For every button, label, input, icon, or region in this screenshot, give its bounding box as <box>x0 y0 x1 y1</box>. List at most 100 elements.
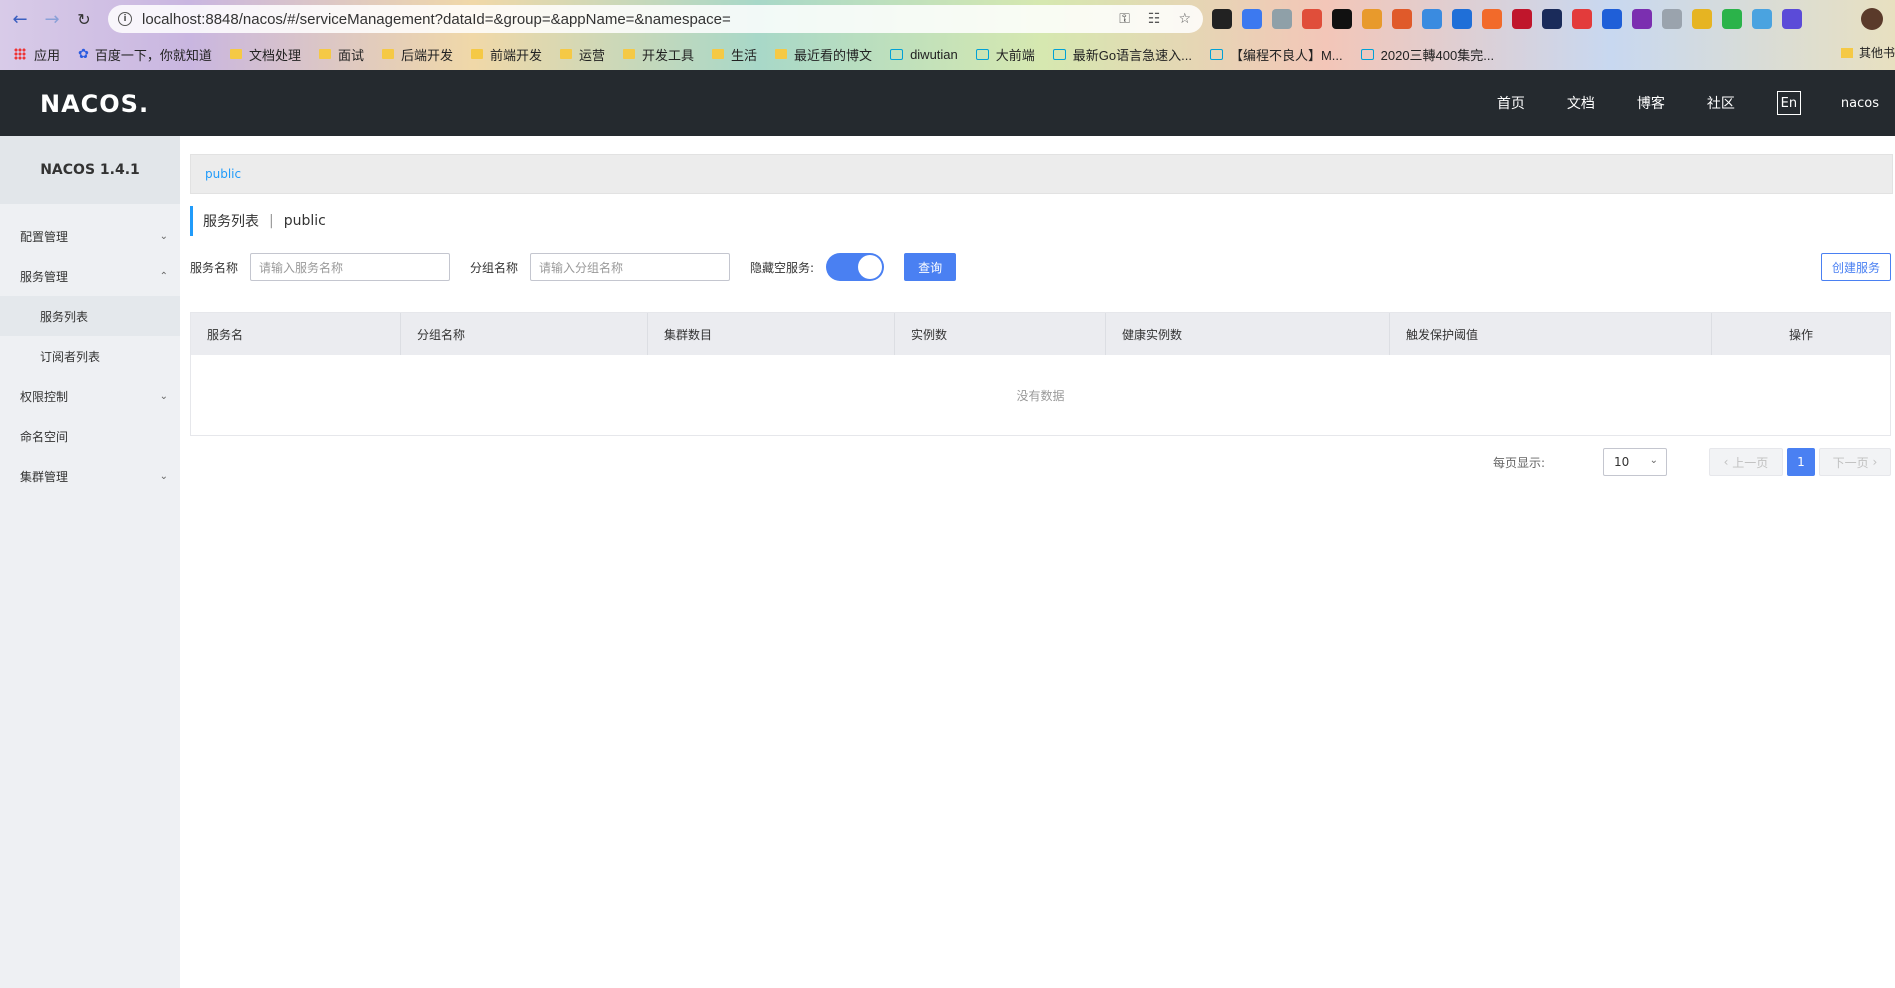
sidebar-item-namespace[interactable]: 命名空间 <box>0 416 180 456</box>
bookmark-folder[interactable]: 运营 <box>560 45 605 64</box>
extension-icon[interactable] <box>1272 9 1292 29</box>
group-name-label: 分组名称 <box>470 260 519 275</box>
chevron-up-icon: ⌃ <box>159 270 168 282</box>
nav-docs[interactable]: 文档 <box>1567 93 1595 113</box>
bookmark-bilibili[interactable]: 2020三轉400集完... <box>1360 45 1494 64</box>
extension-icon[interactable] <box>1452 9 1472 29</box>
bookmark-bilibili[interactable]: 最新Go语言急速入... <box>1052 45 1192 64</box>
profile-avatar[interactable] <box>1861 8 1883 30</box>
extension-icon[interactable] <box>1692 9 1712 29</box>
site-info-icon[interactable]: i <box>118 12 132 26</box>
next-page-button[interactable]: 下一页 › <box>1819 448 1891 476</box>
puzzle-icon[interactable] <box>1782 9 1802 29</box>
extension-icon[interactable] <box>1242 9 1262 29</box>
extension-icon[interactable] <box>1722 9 1742 29</box>
address-bar[interactable]: i localhost:8848/nacos/#/serviceManageme… <box>108 5 1203 33</box>
nav-blog[interactable]: 博客 <box>1637 93 1665 113</box>
extension-icon[interactable] <box>1632 9 1652 29</box>
hide-empty-toggle[interactable] <box>826 253 885 281</box>
bookmark-baidu[interactable]: ✿ 百度一下，你就知道 <box>78 45 212 64</box>
column-header: 操作 <box>1788 327 1813 342</box>
folder-icon <box>775 49 788 59</box>
back-arrow-icon[interactable]: ← <box>8 7 32 31</box>
extension-icon[interactable] <box>1362 9 1382 29</box>
user-name[interactable]: nacos <box>1841 96 1879 111</box>
query-button[interactable]: 查询 <box>904 253 957 281</box>
bilibili-icon <box>1052 48 1066 60</box>
folder-icon <box>712 49 725 59</box>
folder-icon <box>470 49 483 59</box>
bookmark-folder[interactable]: 后端开发 <box>381 45 453 64</box>
prev-page-button[interactable]: ‹ 上一页 <box>1709 448 1783 476</box>
service-name-input[interactable]: 请输入服务名称 <box>250 253 451 281</box>
column-header: 服务名 <box>191 313 401 355</box>
sidebar-item-auth[interactable]: 权限控制 ⌄ <box>0 376 180 416</box>
bookmark-folder[interactable]: 面试 <box>318 45 364 64</box>
bilibili-icon <box>1209 48 1223 60</box>
sidebar-item-config[interactable]: 配置管理 ⌄ <box>0 216 180 256</box>
nacos-logo[interactable]: NACOS. <box>40 90 149 118</box>
translate-icon[interactable]: ☷ <box>1148 11 1161 27</box>
star-icon[interactable]: ☆ <box>1178 11 1191 27</box>
bookmark-folder[interactable]: 文档处理 <box>229 45 301 64</box>
nav-community[interactable]: 社区 <box>1707 93 1735 113</box>
hide-empty-label: 隐藏空服务: <box>750 260 815 275</box>
sidebar-item-service-list[interactable]: 服务列表 <box>0 296 180 336</box>
chevron-left-icon: ‹ <box>1723 455 1733 469</box>
extension-icon[interactable] <box>1302 9 1322 29</box>
sidebar-menu: 配置管理 ⌄ 服务管理 ⌃ 服务列表 订阅者列表 权限控制 ⌄ 命名空间 集群管… <box>0 204 180 496</box>
extension-icon[interactable] <box>1602 9 1622 29</box>
column-header: 触发保护阈值 <box>1390 313 1712 355</box>
column-header: 健康实例数 <box>1106 313 1390 355</box>
extension-icon[interactable] <box>1212 9 1232 29</box>
sidebar-item-subscribers[interactable]: 订阅者列表 <box>0 336 180 376</box>
bookmark-bilibili[interactable]: 【编程不良人】M... <box>1209 45 1343 64</box>
bookmark-bilibili[interactable]: 大前端 <box>975 45 1035 64</box>
service-name-label: 服务名称 <box>190 260 239 275</box>
extension-icon[interactable] <box>1662 9 1682 29</box>
folder-icon <box>229 49 242 59</box>
extension-icon[interactable] <box>1572 9 1592 29</box>
create-service-button[interactable]: 创建服务 <box>1820 253 1891 281</box>
page-title-separator: | <box>269 213 274 229</box>
browser-toolbar: ← → ↻ i localhost:8848/nacos/#/serviceMa… <box>0 0 1895 38</box>
bookmark-folder[interactable]: 前端开发 <box>470 45 542 64</box>
baidu-icon: ✿ <box>78 46 89 61</box>
bookmark-folder[interactable]: 开发工具 <box>623 45 694 64</box>
page-size-select[interactable]: 10 ⌄ <box>1603 448 1667 476</box>
app-header: NACOS. 首页 文档 博客 社区 En nacos <box>0 70 1895 136</box>
sidebar-item-service[interactable]: 服务管理 ⌃ <box>0 256 180 296</box>
folder-icon <box>1840 47 1853 58</box>
sidebar-item-cluster[interactable]: 集群管理 ⌄ <box>0 456 180 496</box>
column-header: 分组名称 <box>401 313 648 355</box>
bilibili-icon <box>1360 48 1374 60</box>
key-icon[interactable]: ⚿ <box>1119 11 1130 27</box>
other-bookmarks[interactable]: 其他书 <box>1840 44 1895 61</box>
reload-icon[interactable]: ↻ <box>72 7 96 31</box>
extension-icon[interactable] <box>1752 9 1772 29</box>
address-url[interactable]: localhost:8848/nacos/#/serviceManagement… <box>142 11 731 28</box>
bookmark-apps[interactable]: 应用 <box>14 45 60 64</box>
extension-icon[interactable] <box>1422 9 1442 29</box>
bookmark-folder[interactable]: 生活 <box>712 45 757 64</box>
page-title: 服务列表 | public <box>190 206 1893 236</box>
folder-icon <box>623 49 636 59</box>
page-size-label: 每页显示: <box>1492 456 1545 470</box>
bookmark-bilibili[interactable]: diwutian <box>890 47 958 62</box>
bookmark-folder[interactable]: 最近看的博文 <box>775 45 872 64</box>
extension-icon[interactable] <box>1482 9 1502 29</box>
page-number-current[interactable]: 1 <box>1787 448 1815 476</box>
extension-icon[interactable] <box>1512 9 1532 29</box>
namespace-tab-public[interactable]: public <box>205 167 241 181</box>
extension-icon[interactable] <box>1392 9 1412 29</box>
extension-icon[interactable] <box>1332 9 1352 29</box>
group-name-input[interactable]: 请输入分组名称 <box>530 253 731 281</box>
language-toggle[interactable]: En <box>1776 91 1801 115</box>
main-content: public 服务列表 | public 服务名称 请输入服务名称 分组名称 请… <box>190 154 1893 476</box>
extension-icon[interactable] <box>1542 9 1562 29</box>
forward-arrow-icon[interactable]: → <box>40 7 64 31</box>
nav-home[interactable]: 首页 <box>1497 93 1525 113</box>
column-header: 集群数目 <box>648 313 895 355</box>
apps-grid-icon <box>14 48 26 60</box>
bookmark-bar: 应用 ✿ 百度一下，你就知道 文档处理 面试 后端开发 前端开发 运营 开发工具 … <box>0 38 1895 70</box>
